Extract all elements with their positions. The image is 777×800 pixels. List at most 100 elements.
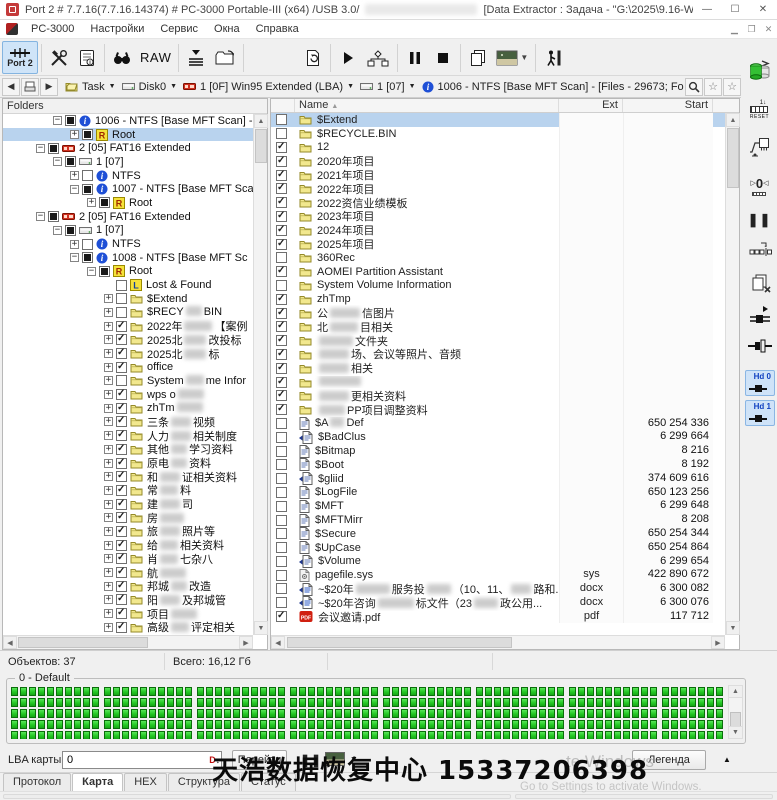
sector-block[interactable] [113, 698, 120, 707]
sector-block[interactable] [650, 698, 657, 707]
sector-block[interactable] [707, 687, 714, 696]
tree-checkbox[interactable] [116, 362, 127, 373]
sector-block[interactable] [269, 720, 276, 729]
menu-item-3[interactable]: Окна [206, 21, 248, 37]
scroll-left-icon[interactable]: ◀ [3, 636, 17, 649]
sector-block[interactable] [260, 709, 267, 718]
sector-block[interactable] [716, 709, 723, 718]
sector-block[interactable] [707, 698, 714, 707]
sector-block[interactable] [578, 731, 585, 739]
sector-block[interactable] [140, 698, 147, 707]
sector-block[interactable] [167, 698, 174, 707]
sector-block[interactable] [410, 709, 417, 718]
file-checkbox[interactable] [276, 170, 287, 181]
sector-block[interactable] [140, 720, 147, 729]
tree-expand-toggle[interactable]: + [104, 459, 113, 468]
tree-expand-toggle[interactable]: − [53, 157, 62, 166]
sector-block[interactable] [671, 709, 678, 718]
sector-block[interactable] [242, 731, 249, 739]
sector-block[interactable] [689, 731, 696, 739]
sector-block[interactable] [197, 687, 204, 696]
sector-block[interactable] [476, 709, 483, 718]
sector-block[interactable] [104, 720, 111, 729]
sector-block[interactable] [650, 687, 657, 696]
file-checkbox[interactable] [276, 377, 287, 388]
sector-block[interactable] [521, 731, 528, 739]
tree-expand-toggle[interactable]: + [104, 486, 113, 495]
sector-block[interactable] [113, 731, 120, 739]
tree-checkbox[interactable] [116, 594, 127, 605]
sector-block[interactable] [65, 720, 72, 729]
sector-block[interactable] [92, 731, 99, 739]
tree-expand-toggle[interactable]: + [70, 171, 79, 180]
filter-button[interactable] [182, 42, 210, 74]
map-view-button[interactable]: ▼ [492, 42, 532, 74]
sector-block[interactable] [410, 698, 417, 707]
tools-button[interactable] [45, 42, 73, 74]
sector-block[interactable] [158, 720, 165, 729]
sector-block[interactable] [335, 698, 342, 707]
sector-block[interactable] [485, 687, 492, 696]
chevron-down-icon[interactable]: ▼ [109, 83, 116, 90]
sector-block[interactable] [419, 698, 426, 707]
tree-expand-toggle[interactable]: − [70, 185, 79, 194]
sector-block[interactable] [38, 687, 45, 696]
file-checkbox[interactable] [276, 501, 287, 512]
breadcrumb-3[interactable]: 1 [07]▼ [360, 81, 415, 93]
file-row[interactable]: System Volume Information [271, 279, 725, 293]
sector-block[interactable] [548, 698, 555, 707]
sector-block[interactable] [92, 687, 99, 696]
sector-block[interactable] [269, 731, 276, 739]
sector-block[interactable] [278, 709, 285, 718]
tree-checkbox[interactable] [82, 184, 93, 195]
sector-block[interactable] [392, 709, 399, 718]
tree-checkbox[interactable] [82, 170, 93, 181]
sector-block[interactable] [437, 698, 444, 707]
sector-block[interactable] [578, 698, 585, 707]
sector-block[interactable] [680, 709, 687, 718]
tree-item[interactable]: −2 [05] FAT16 Extended [3, 141, 253, 155]
column-header-start[interactable]: Start [623, 99, 713, 112]
sector-block[interactable] [185, 687, 192, 696]
sector-block[interactable] [317, 709, 324, 718]
sector-block[interactable] [197, 709, 204, 718]
favorites-button[interactable]: ☆ [723, 78, 741, 96]
sector-block[interactable] [278, 720, 285, 729]
sector-block[interactable] [335, 720, 342, 729]
sector-block[interactable] [290, 720, 297, 729]
sector-block[interactable] [362, 720, 369, 729]
tree-expand-toggle[interactable]: − [53, 226, 62, 235]
sector-block[interactable] [494, 709, 501, 718]
tree-item[interactable]: +常料 [3, 484, 253, 498]
sector-block[interactable] [299, 709, 306, 718]
file-checkbox[interactable] [276, 570, 287, 581]
minimize-button[interactable]: — [693, 0, 721, 19]
sector-block[interactable] [11, 687, 18, 696]
sector-block[interactable] [197, 698, 204, 707]
file-checkbox[interactable] [276, 239, 287, 250]
sector-block[interactable] [326, 731, 333, 739]
sector-block[interactable] [299, 720, 306, 729]
tree-checkbox[interactable] [116, 471, 127, 482]
sector-block[interactable] [689, 698, 696, 707]
tree-expand-toggle[interactable]: − [53, 116, 62, 125]
tree-item[interactable]: +其他学习资料 [3, 443, 253, 457]
copy-button[interactable] [464, 42, 492, 74]
tree-item[interactable]: +房 [3, 511, 253, 525]
sector-block[interactable] [11, 731, 18, 739]
zero-position-button[interactable]: ▷0◁ [742, 178, 777, 196]
sector-block[interactable] [641, 720, 648, 729]
scroll-left-icon[interactable]: ◀ [271, 636, 285, 649]
sector-block[interactable] [344, 731, 351, 739]
file-checkbox[interactable] [276, 515, 287, 526]
sector-block[interactable] [557, 731, 564, 739]
sector-block[interactable] [233, 687, 240, 696]
sector-block[interactable] [56, 687, 63, 696]
tree-item[interactable]: +zhTm [3, 401, 253, 415]
file-checkbox[interactable] [276, 211, 287, 222]
tree-checkbox[interactable] [48, 143, 59, 154]
tree-checkbox[interactable] [116, 458, 127, 469]
tree-expand-toggle[interactable]: + [104, 582, 113, 591]
sector-block[interactable] [83, 731, 90, 739]
sector-block[interactable] [662, 720, 669, 729]
